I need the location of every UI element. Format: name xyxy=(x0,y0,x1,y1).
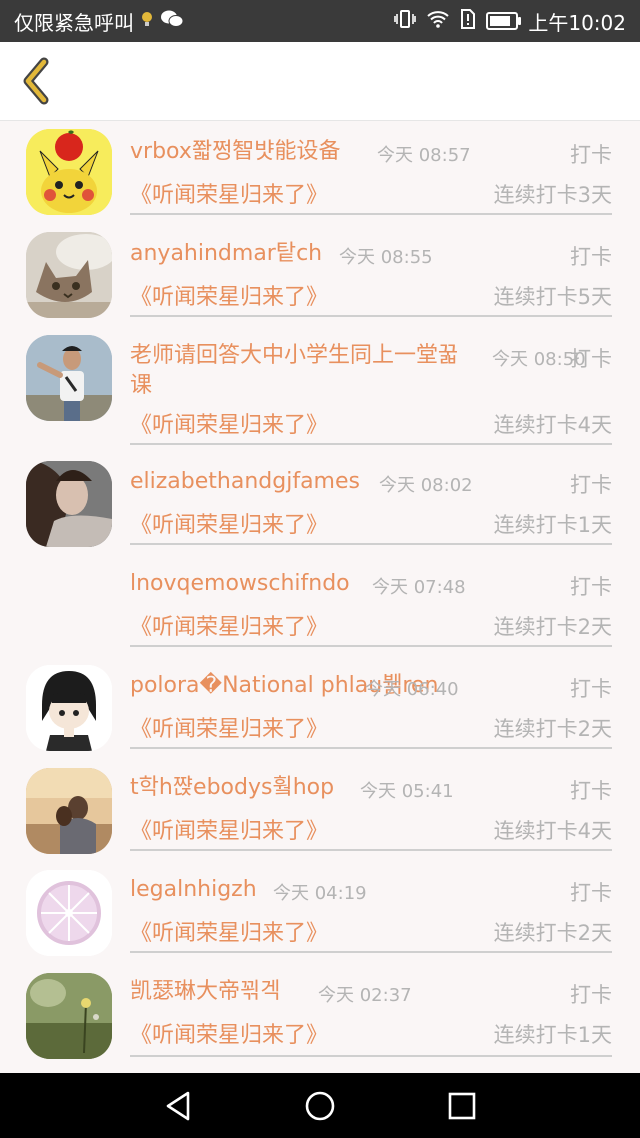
cartoon-avatar[interactable] xyxy=(26,665,112,751)
row-divider xyxy=(130,443,612,445)
user-name[interactable]: legalnhigzh xyxy=(130,875,257,905)
lemon-avatar[interactable] xyxy=(26,870,112,956)
streak-count: 连续打卡3天 xyxy=(493,183,612,207)
pikachu-avatar[interactable] xyxy=(26,129,112,215)
checkin-label: 打卡 xyxy=(570,473,612,497)
back-button[interactable] xyxy=(14,56,62,106)
row-divider xyxy=(130,849,612,851)
book-title[interactable]: 《听闻荣星归来了》 xyxy=(130,1017,328,1049)
checkin-list[interactable]: vrbox쫣쩡智뱟能设备 今天 08:57 打卡 《听闻荣星归来了》 连续打卡3… xyxy=(0,121,640,1073)
status-left: 仅限紧急呼叫 xyxy=(14,0,184,42)
row-divider xyxy=(130,315,612,317)
book-title[interactable]: 《听闻荣星归来了》 xyxy=(130,407,328,439)
user-name[interactable]: elizabethandgjfames xyxy=(130,467,360,497)
boy-avatar[interactable] xyxy=(26,335,112,421)
wechat-icon xyxy=(160,9,184,34)
checkin-time: 今天 08:57 xyxy=(377,145,471,166)
row-divider xyxy=(130,1055,612,1057)
checkin-label: 打卡 xyxy=(570,575,612,599)
list-item[interactable]: 老师请回答大中小学生同上一堂꿃课 今天 08:50 打卡 《听闻荣星归来了》 连… xyxy=(0,325,640,451)
status-right: 上午10:02 xyxy=(394,0,626,42)
checkin-label: 打卡 xyxy=(570,779,612,803)
row-divider xyxy=(130,747,612,749)
checkin-label: 打卡 xyxy=(570,347,612,371)
checkin-label: 打卡 xyxy=(570,143,612,167)
home-circle-icon xyxy=(305,1091,335,1121)
book-title[interactable]: 《听闻荣星归来了》 xyxy=(130,279,328,311)
kitten-avatar[interactable] xyxy=(26,232,112,318)
system-nav-bar xyxy=(0,1073,640,1138)
row-divider xyxy=(130,213,612,215)
user-name[interactable]: lnovqemowschifndo xyxy=(130,569,350,599)
nav-recents-button[interactable] xyxy=(445,1089,479,1123)
checkin-time: 今天 06:40 xyxy=(365,679,459,700)
sim-alert-icon xyxy=(460,8,476,34)
back-triangle-icon xyxy=(166,1091,190,1121)
app-header xyxy=(0,42,640,121)
list-item[interactable]: lnovqemowschifndo 今天 07:48 打卡 《听闻荣星归来了》 … xyxy=(0,553,640,655)
woman-avatar[interactable] xyxy=(26,461,112,547)
book-title[interactable]: 《听闻荣星归来了》 xyxy=(130,507,328,539)
user-name[interactable]: 凯瑟琳大帝꾂겍 xyxy=(130,977,280,1007)
user-name[interactable]: 老师请回答大中小学生同上一堂꿃课 xyxy=(130,341,470,401)
book-title[interactable]: 《听闻荣星归来了》 xyxy=(130,915,328,947)
list-item[interactable]: anyahindmar탙ch 今天 08:55 打卡 《听闻荣星归来了》 连续打… xyxy=(0,223,640,325)
user-name[interactable]: vrbox쫣쩡智뱟能设备 xyxy=(130,137,341,167)
wifi-icon xyxy=(426,9,450,34)
streak-count: 连续打卡2天 xyxy=(493,921,612,945)
couple-avatar[interactable] xyxy=(26,768,112,854)
carrier-text: 仅限紧急呼叫 xyxy=(14,10,134,35)
list-item[interactable]: elizabethandgjfames 今天 08:02 打卡 《听闻荣星归来了… xyxy=(0,451,640,553)
bulb-icon xyxy=(140,9,154,33)
checkin-time: 今天 08:02 xyxy=(379,475,473,496)
checkin-label: 打卡 xyxy=(570,881,612,905)
checkin-label: 打卡 xyxy=(570,677,612,701)
row-divider xyxy=(130,645,612,647)
streak-count: 连续打卡4天 xyxy=(493,413,612,437)
streak-count: 连续打卡2天 xyxy=(493,717,612,741)
battery-level xyxy=(490,16,511,26)
checkin-time: 今天 02:37 xyxy=(318,985,412,1006)
checkin-time: 今天 04:19 xyxy=(273,883,367,904)
streak-count: 连续打卡1天 xyxy=(493,513,612,537)
list-item[interactable]: polora�National phlau뷁ren 今天 06:40 打卡 《听… xyxy=(0,655,640,757)
nav-home-button[interactable] xyxy=(303,1089,337,1123)
clock-text: 上午10:02 xyxy=(528,10,626,35)
streak-count: 连续打卡1天 xyxy=(493,1023,612,1047)
row-divider xyxy=(130,951,612,953)
streak-count: 连续打卡4天 xyxy=(493,819,612,843)
checkin-time: 今天 07:48 xyxy=(372,577,466,598)
book-title[interactable]: 《听闻荣星归来了》 xyxy=(130,813,328,845)
streak-count: 连续打卡5天 xyxy=(493,285,612,309)
status-bar: 仅限紧急呼叫 上午10:02 xyxy=(0,0,640,42)
list-item[interactable]: t학h쨙ebodys훸hop 今天 05:41 打卡 《听闻荣星归来了》 连续打… xyxy=(0,757,640,859)
checkin-label: 打卡 xyxy=(570,245,612,269)
nav-back-button[interactable] xyxy=(162,1089,196,1123)
book-title[interactable]: 《听闻荣星归来了》 xyxy=(130,609,328,641)
flower-avatar[interactable] xyxy=(26,973,112,1059)
checkin-time: 今天 08:55 xyxy=(339,247,433,268)
user-name[interactable]: anyahindmar탙ch xyxy=(130,239,322,269)
chevron-left-icon xyxy=(23,57,49,105)
battery-icon xyxy=(486,12,522,30)
list-item[interactable]: 凯瑟琳大帝꾂겍 今天 02:37 打卡 《听闻荣星归来了》 连续打卡1天 xyxy=(0,961,640,1073)
list-item[interactable]: legalnhigzh 今天 04:19 打卡 《听闻荣星归来了》 连续打卡2天 xyxy=(0,859,640,961)
book-title[interactable]: 《听闻荣星归来了》 xyxy=(130,711,328,743)
row-divider xyxy=(130,543,612,545)
recents-square-icon xyxy=(448,1092,476,1120)
user-name[interactable]: t학h쨙ebodys훸hop xyxy=(130,773,334,803)
book-title[interactable]: 《听闻荣星归来了》 xyxy=(130,177,328,209)
streak-count: 连续打卡2天 xyxy=(493,615,612,639)
checkin-time: 今天 05:41 xyxy=(360,781,454,802)
checkin-label: 打卡 xyxy=(570,983,612,1007)
list-item[interactable]: vrbox쫣쩡智뱟能设备 今天 08:57 打卡 《听闻荣星归来了》 连续打卡3… xyxy=(0,121,640,223)
vibrate-icon xyxy=(394,9,417,34)
